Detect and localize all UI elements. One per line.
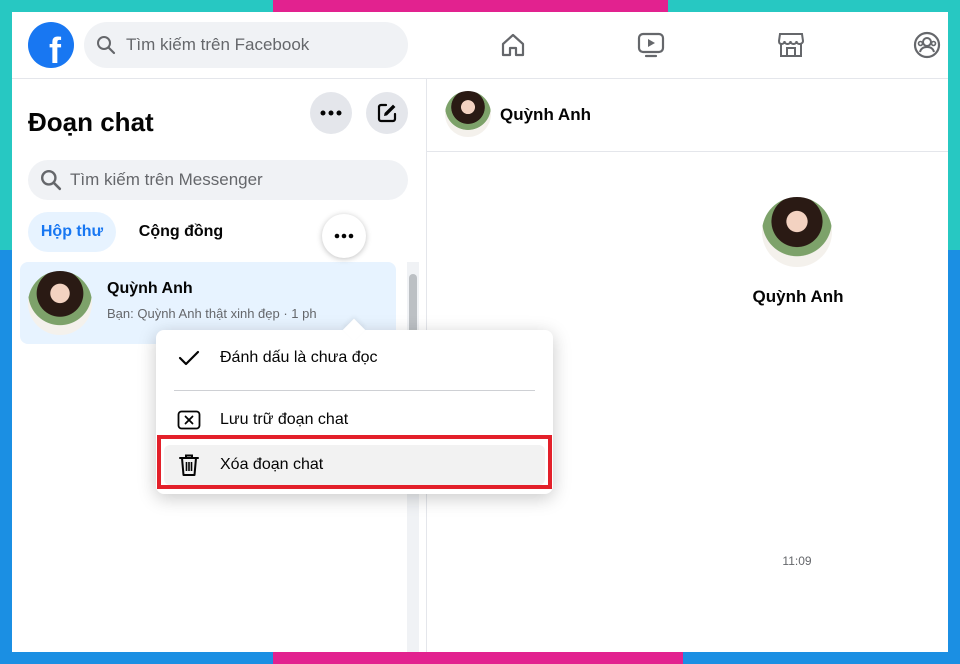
facebook-search-placeholder: Tìm kiếm trên Facebook (126, 35, 310, 54)
browser-screen: f Tìm kiếm trên Facebook Đoạn chat Tìm k… (12, 12, 948, 652)
tab-communities[interactable]: Cộng đồng (128, 212, 234, 252)
profile-avatar[interactable] (762, 197, 832, 267)
conversation-header[interactable]: Quỳnh Anh (427, 79, 948, 152)
menu-item-archive[interactable]: Lưu trữ đoạn chat (164, 400, 545, 440)
facebook-logo-letter: f (49, 30, 61, 68)
messenger-search-placeholder: Tìm kiếm trên Messenger (70, 170, 263, 189)
menu-item-delete-chat[interactable]: Xóa đoạn chat (164, 445, 545, 485)
message-timestamp: 11:09 (782, 554, 812, 568)
conversation-more-button[interactable] (322, 214, 366, 258)
home-icon[interactable] (498, 30, 528, 60)
profile-name: Quỳnh Anh (752, 287, 844, 306)
check-icon (176, 349, 202, 367)
conversation-preview: Bạn: Quỳnh Anh thật xinh đẹp · 1 ph (107, 306, 317, 321)
chat-options-button[interactable] (310, 92, 352, 134)
compose-icon (377, 103, 397, 123)
groups-icon[interactable] (912, 30, 942, 60)
conversation-header-name[interactable]: Quỳnh Anh (500, 105, 591, 125)
search-icon (96, 35, 116, 55)
menu-item-label: Xóa đoạn chat (220, 456, 324, 473)
facebook-logo[interactable]: f (28, 22, 74, 68)
avatar (28, 271, 92, 335)
menu-item-label: Đánh dấu là chưa đọc (220, 349, 378, 366)
menu-item-label: Lưu trữ đoạn chat (220, 411, 349, 428)
facebook-search-input[interactable]: Tìm kiếm trên Facebook (84, 22, 408, 68)
conversation-name: Quỳnh Anh (107, 280, 193, 297)
tab-inbox[interactable]: Hộp thư (28, 212, 116, 252)
frame-accent-bottom (273, 652, 683, 664)
menu-divider (174, 390, 535, 391)
chat-list-title: Đoạn chat (28, 107, 154, 137)
messenger-search-input[interactable]: Tìm kiếm trên Messenger (28, 160, 408, 200)
marketplace-icon[interactable] (776, 30, 806, 60)
more-icon (334, 233, 354, 239)
video-icon[interactable] (636, 30, 666, 60)
archive-icon (176, 410, 202, 430)
more-icon (320, 110, 342, 116)
menu-item-mark-unread[interactable]: Đánh dấu là chưa đọc (164, 338, 545, 378)
new-message-button[interactable] (366, 92, 408, 134)
conversation-context-menu: Đánh dấu là chưa đọc Lưu trữ đoạn chat X… (156, 318, 553, 494)
avatar[interactable] (445, 91, 491, 137)
trash-icon (176, 453, 202, 477)
search-icon (40, 169, 62, 191)
top-navigation-bar: f Tìm kiếm trên Facebook (12, 12, 948, 79)
